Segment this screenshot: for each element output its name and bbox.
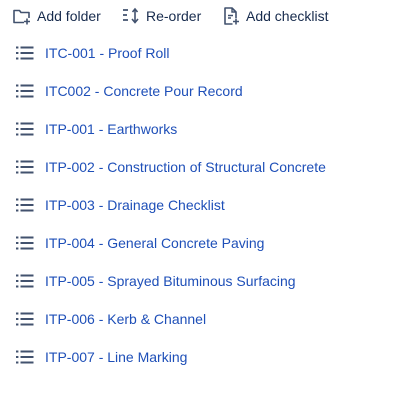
sort-icon bbox=[121, 6, 141, 26]
add-checklist-label: Add checklist bbox=[246, 8, 329, 24]
list-item[interactable]: ITC002 - Concrete Pour Record bbox=[0, 72, 412, 110]
toolbar: Add folder Re-order Add checklist bbox=[0, 0, 412, 32]
add-folder-button[interactable]: Add folder bbox=[12, 5, 101, 27]
reorder-label: Re-order bbox=[146, 8, 202, 24]
list-icon bbox=[15, 159, 35, 175]
list-item-label[interactable]: ITP-003 - Drainage Checklist bbox=[45, 197, 225, 213]
list-item-label[interactable]: ITP-001 - Earthworks bbox=[45, 121, 177, 137]
list-item[interactable]: ITP-001 - Earthworks bbox=[0, 110, 412, 148]
list-item-label[interactable]: ITP-006 - Kerb & Channel bbox=[45, 311, 206, 327]
list-item[interactable]: ITP-004 - General Concrete Paving bbox=[0, 224, 412, 262]
reorder-button[interactable]: Re-order bbox=[121, 5, 201, 27]
list-item-label[interactable]: ITC002 - Concrete Pour Record bbox=[45, 83, 243, 99]
list-icon bbox=[15, 273, 35, 289]
folder-plus-icon bbox=[12, 6, 32, 26]
list-item[interactable]: ITC-001 - Proof Roll bbox=[0, 34, 412, 72]
list-icon bbox=[15, 197, 35, 213]
list-item-label[interactable]: ITP-007 - Line Marking bbox=[45, 349, 187, 365]
checklist-list: ITC-001 - Proof Roll ITC002 - Concrete Po… bbox=[0, 34, 412, 376]
list-item-label[interactable]: ITP-004 - General Concrete Paving bbox=[45, 235, 264, 251]
list-item[interactable]: ITP-007 - Line Marking bbox=[0, 338, 412, 376]
list-item[interactable]: ITP-005 - Sprayed Bituminous Surfacing bbox=[0, 262, 412, 300]
list-icon bbox=[15, 121, 35, 137]
list-item-label[interactable]: ITP-002 - Construction of Structural Con… bbox=[45, 159, 326, 175]
add-folder-label: Add folder bbox=[37, 8, 101, 24]
list-item[interactable]: ITP-002 - Construction of Structural Con… bbox=[0, 148, 412, 186]
list-icon bbox=[15, 45, 35, 61]
list-icon bbox=[15, 83, 35, 99]
list-item-label[interactable]: ITP-005 - Sprayed Bituminous Surfacing bbox=[45, 273, 296, 289]
add-checklist-button[interactable]: Add checklist bbox=[221, 5, 328, 27]
list-item[interactable]: ITP-006 - Kerb & Channel bbox=[0, 300, 412, 338]
list-icon bbox=[15, 349, 35, 365]
list-item[interactable]: ITP-003 - Drainage Checklist bbox=[0, 186, 412, 224]
file-plus-icon bbox=[221, 6, 241, 26]
list-item-label[interactable]: ITC-001 - Proof Roll bbox=[45, 45, 169, 61]
list-icon bbox=[15, 235, 35, 251]
list-icon bbox=[15, 311, 35, 327]
